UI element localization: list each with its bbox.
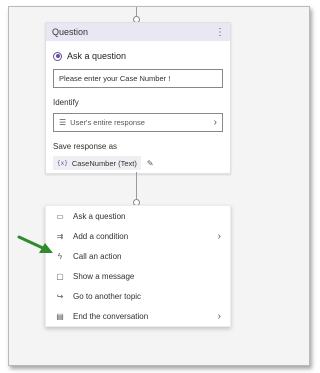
menu-item-label: Show a message bbox=[73, 271, 135, 281]
message-icon: ▢ bbox=[56, 271, 64, 281]
redirect-icon: ↪ bbox=[56, 291, 64, 301]
chevron-right-icon: › bbox=[217, 310, 221, 322]
variable-chip[interactable]: {x} CaseNumber (Text) bbox=[53, 156, 141, 170]
save-response-label: Save response as bbox=[53, 142, 118, 151]
question-text-input[interactable]: Please enter your Case Number ! bbox=[53, 69, 223, 88]
chevron-right-icon: › bbox=[217, 230, 221, 242]
list-icon: ☰ bbox=[59, 118, 67, 127]
menu-item-label: Go to another topic bbox=[73, 291, 142, 301]
more-options-icon[interactable]: ⋮ bbox=[215, 27, 225, 38]
menu-item-go-to-topic[interactable]: ↪ Go to another topic bbox=[46, 286, 230, 306]
identify-select[interactable]: ☰ User's entire response › bbox=[53, 113, 223, 132]
menu-item-label: End the conversation bbox=[73, 311, 149, 321]
question-node-header: Question ⋮ bbox=[46, 23, 230, 41]
variable-name: CaseNumber (Text) bbox=[71, 158, 137, 168]
menu-item-end-conversation[interactable]: ▤ End the conversation › bbox=[46, 306, 230, 326]
question-node-title: Question bbox=[52, 27, 89, 37]
variable-row: {x} CaseNumber (Text) ✎ bbox=[53, 156, 230, 170]
add-node-menu: ▭ Ask a question ⇉ Add a condition › ϟ C… bbox=[45, 205, 231, 327]
identify-value: User's entire response bbox=[70, 118, 145, 127]
edit-pencil-icon[interactable]: ✎ bbox=[147, 159, 154, 168]
ask-question-label: Ask a question bbox=[67, 51, 127, 61]
menu-item-show-message[interactable]: ▢ Show a message bbox=[46, 266, 230, 286]
menu-item-label: Ask a question bbox=[73, 211, 126, 221]
menu-item-add-condition[interactable]: ⇉ Add a condition › bbox=[46, 226, 230, 246]
end-icon: ▤ bbox=[56, 311, 64, 321]
chevron-right-icon: › bbox=[213, 117, 217, 128]
canvas-frame: Question ⋮ Ask a question Please enter y… bbox=[8, 6, 310, 366]
variable-icon: {x} bbox=[57, 159, 68, 167]
menu-item-label: Add a condition bbox=[73, 231, 129, 241]
green-arrow-annotation bbox=[17, 235, 53, 253]
ask-question-radio-row[interactable]: Ask a question bbox=[53, 51, 230, 61]
chat-question-icon: ▭ bbox=[56, 211, 64, 221]
menu-item-label: Call an action bbox=[73, 251, 122, 261]
question-node-card[interactable]: Question ⋮ Ask a question Please enter y… bbox=[45, 22, 231, 174]
radio-selected-icon[interactable] bbox=[53, 51, 62, 61]
identify-label: Identify bbox=[53, 98, 79, 107]
menu-item-call-action[interactable]: ϟ Call an action bbox=[46, 246, 230, 266]
menu-item-ask-question[interactable]: ▭ Ask a question bbox=[46, 206, 230, 226]
